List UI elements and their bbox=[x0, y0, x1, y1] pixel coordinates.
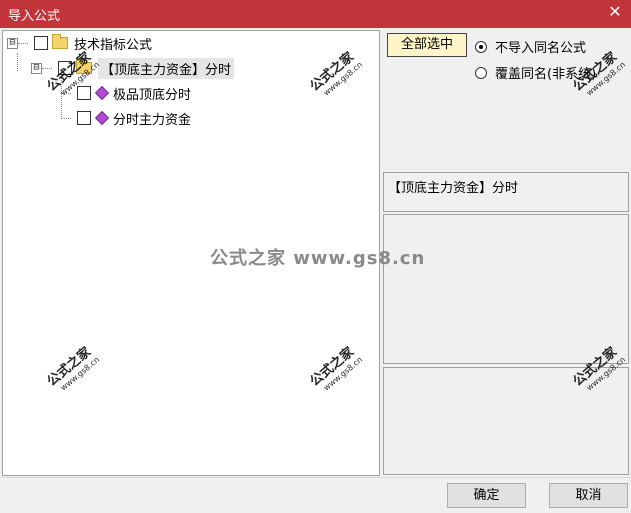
item-checkbox[interactable] bbox=[77, 86, 91, 100]
formula-icon bbox=[94, 110, 110, 126]
window-title: 导入公式 bbox=[8, 9, 61, 24]
radio-button[interactable] bbox=[475, 66, 487, 79]
tree-item[interactable]: 分时主力资金 bbox=[61, 108, 191, 128]
tree-line bbox=[17, 53, 18, 71]
item-label: 分时主力资金 bbox=[113, 112, 192, 128]
formula-name: 【顶底主力资金】分时 bbox=[388, 181, 519, 196]
item-checkbox[interactable] bbox=[77, 111, 91, 125]
tree-connector bbox=[18, 42, 28, 44]
formula-icon bbox=[94, 85, 110, 101]
ok-button[interactable]: 确定 bbox=[447, 483, 526, 508]
tree-item[interactable]: 极品顶底分时 bbox=[61, 83, 191, 103]
collapse-icon[interactable]: ⊟ bbox=[31, 62, 42, 74]
collapse-icon[interactable]: ⊟ bbox=[7, 37, 18, 49]
title-bar: 导入公式 ✕ bbox=[0, 0, 631, 28]
tree-connector bbox=[61, 117, 71, 119]
radio-button-checked[interactable] bbox=[475, 40, 487, 53]
formula-description-box bbox=[383, 214, 629, 364]
group-label: 【顶底主力资金】分时 bbox=[98, 57, 235, 79]
close-icon[interactable]: ✕ bbox=[607, 4, 623, 20]
folder-icon bbox=[52, 34, 68, 49]
footer-separator bbox=[0, 477, 631, 478]
radio-no-import[interactable]: 不导入同名公式 bbox=[475, 37, 586, 56]
root-checkbox[interactable] bbox=[34, 36, 48, 50]
cancel-button[interactable]: 取消 bbox=[549, 483, 628, 508]
tree-connector bbox=[42, 67, 52, 69]
watermark-text: 公式之家 www.gs8.cn bbox=[210, 248, 426, 269]
select-all-button[interactable]: 全部选中 bbox=[387, 33, 467, 57]
formula-name-box: 【顶底主力资金】分时 bbox=[383, 172, 629, 212]
radio-no-import-label: 不导入同名公式 bbox=[495, 41, 587, 56]
import-options: 全部选中 不导入同名公式 覆盖同名(非系统) bbox=[383, 30, 629, 170]
item-label: 极品顶底分时 bbox=[113, 87, 192, 103]
